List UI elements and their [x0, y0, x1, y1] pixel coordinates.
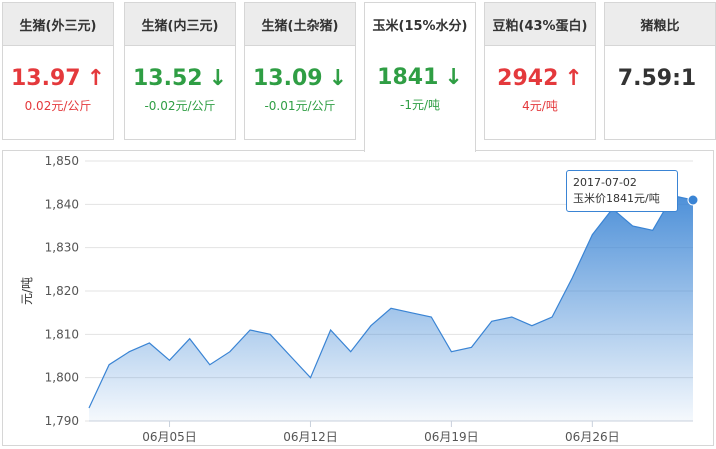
- card-title: 生猪(内三元): [125, 3, 235, 46]
- card-change-amount: -0.01元/公斤: [264, 99, 335, 113]
- x-tick-label: 06月05日: [142, 430, 197, 444]
- card-change-amount: 4元/吨: [522, 99, 558, 113]
- data-point[interactable]: [688, 195, 698, 205]
- card-title: 玉米(15%水分): [365, 3, 475, 45]
- y-tick-label: 1,790: [45, 414, 79, 428]
- y-tick-label: 1,810: [45, 327, 79, 341]
- arrow-down-icon: ↓: [209, 66, 227, 91]
- x-tick-label: 06月12日: [283, 430, 338, 444]
- card-change: -0.01元/公斤: [245, 97, 355, 114]
- card-change-amount: 0.02元/公斤: [25, 99, 92, 113]
- card-change: -0.02元/公斤: [125, 97, 235, 114]
- arrow-down-icon: ↓: [329, 66, 347, 91]
- price-card[interactable]: 豆粕(43%蛋白) 2942↑ 4元/吨: [484, 2, 596, 140]
- card-value-row: 2942↑: [485, 66, 595, 91]
- y-tick-label: 1,850: [45, 154, 79, 168]
- card-title: 生猪(外三元): [3, 3, 113, 46]
- card-change: 4元/吨: [485, 97, 595, 114]
- price-cards: 生猪(外三元)13.97↑0.02元/公斤生猪(内三元)13.52↓-0.02元…: [0, 0, 716, 150]
- card-value-row: 13.52↓: [125, 66, 235, 91]
- card-title: 猪粮比: [605, 3, 715, 46]
- card-value-row: 1841↓: [365, 65, 475, 90]
- arrow-down-icon: ↓: [444, 65, 462, 90]
- card-value: 13.09: [253, 66, 323, 91]
- card-title: 豆粕(43%蛋白): [485, 3, 595, 46]
- price-card[interactable]: 生猪(内三元) 13.52↓ -0.02元/公斤: [124, 2, 236, 140]
- card-value: 13.97: [11, 66, 81, 91]
- tooltip-date: 2017-07-02: [573, 175, 671, 191]
- card-value-row: 7.59:1: [605, 66, 715, 91]
- card-change-amount: -0.02元/公斤: [144, 99, 215, 113]
- card-value-row: 13.09↓: [245, 66, 355, 91]
- arrow-up-icon: ↑: [564, 66, 582, 91]
- price-card[interactable]: 玉米(15%水分) 1841↓ -1元/吨: [364, 2, 476, 152]
- y-tick-label: 1,800: [45, 371, 79, 385]
- card-change: 0.02元/公斤: [3, 97, 113, 114]
- card-value: 2942: [497, 66, 558, 91]
- tooltip-value: 玉米价1841元/吨: [573, 191, 671, 207]
- card-title: 生猪(土杂猪): [245, 3, 355, 46]
- card-value: 7.59:1: [618, 66, 696, 91]
- x-tick-label: 06月26日: [565, 430, 620, 444]
- card-value: 13.52: [133, 66, 203, 91]
- chart-tooltip: 2017-07-02 玉米价1841元/吨: [566, 170, 678, 212]
- y-tick-label: 1,820: [45, 284, 79, 298]
- y-tick-label: 1,830: [45, 241, 79, 255]
- x-tick-label: 06月19日: [424, 430, 479, 444]
- price-card[interactable]: 生猪(土杂猪) 13.09↓ -0.01元/公斤: [244, 2, 356, 140]
- arrow-up-icon: ↑: [87, 66, 105, 91]
- price-card[interactable]: 猪粮比 7.59:1: [604, 2, 716, 140]
- y-tick-label: 1,840: [45, 197, 79, 211]
- card-change: -1元/吨: [365, 96, 475, 113]
- card-value-row: 13.97↑: [3, 66, 113, 91]
- card-value: 1841: [377, 65, 438, 90]
- price-card[interactable]: 生猪(外三元) 13.97↑ 0.02元/公斤: [2, 2, 114, 140]
- y-axis-label: 元/吨: [20, 277, 34, 305]
- card-change-amount: -1元/吨: [400, 98, 440, 112]
